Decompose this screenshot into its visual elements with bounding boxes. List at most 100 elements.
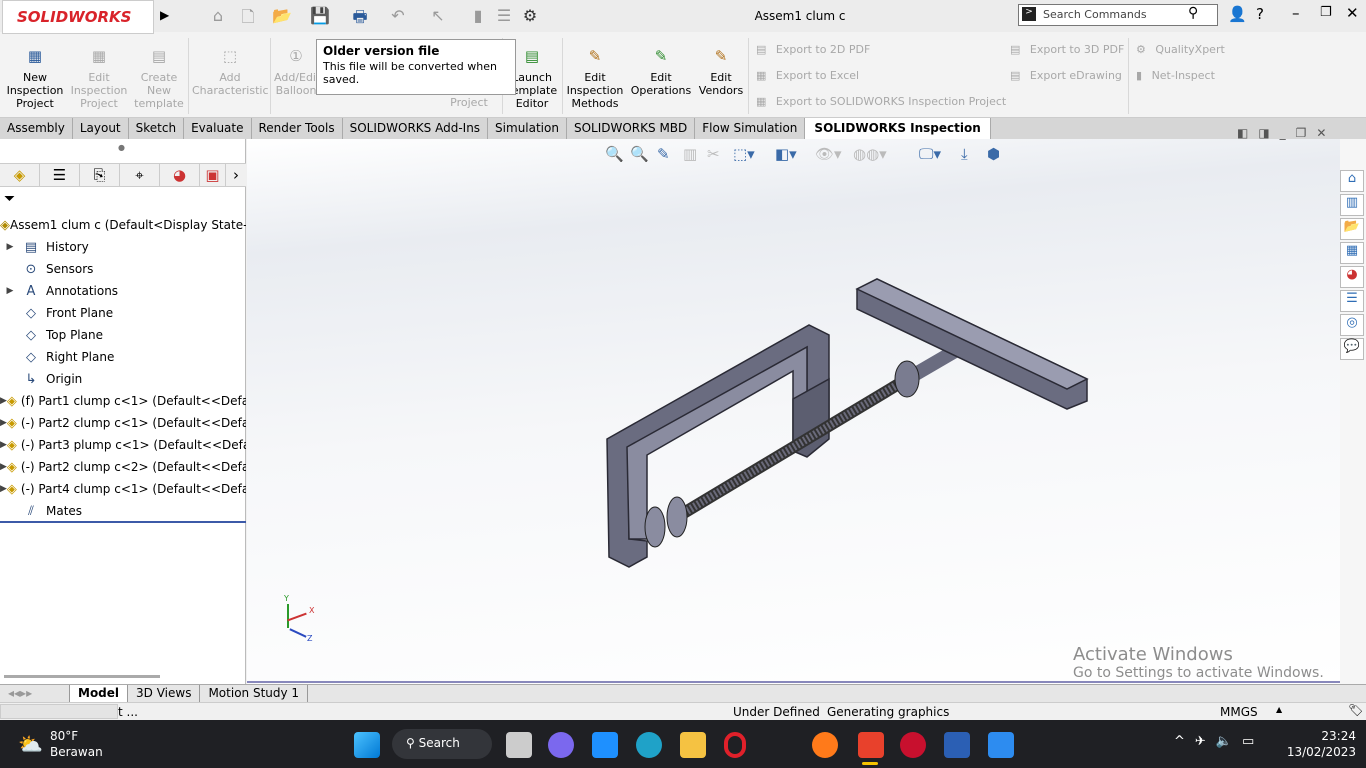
expand-menu-arrow-icon[interactable]: ▶	[160, 8, 169, 22]
print-icon[interactable]: 🖶	[350, 6, 370, 26]
weather-temp[interactable]: 80°F	[50, 729, 78, 743]
expand-arrow-icon[interactable]: ▶	[0, 462, 7, 472]
photos-icon[interactable]	[988, 732, 1014, 758]
teams-chat-icon[interactable]	[548, 732, 574, 758]
edit-operations-button[interactable]: ✎ Edit Operations	[630, 49, 692, 98]
home-tab-icon[interactable]: ⌂	[1340, 170, 1364, 192]
net-inspect-button[interactable]: ▮ Net-Inspect	[1136, 69, 1215, 82]
tab-scroll-arrows-icon[interactable]: ◂◂▸▸	[0, 685, 70, 702]
clock-time[interactable]: 23:24	[1310, 729, 1356, 743]
units-caret-icon[interactable]: ▲	[1276, 705, 1282, 714]
dimxpert-tab-icon[interactable]: ⌖	[120, 164, 160, 186]
rollback-bar[interactable]	[0, 521, 246, 523]
qualityxpert-button[interactable]: ⚙ QualityXpert	[1136, 43, 1225, 56]
export-3d-pdf-button[interactable]: ▤ Export to 3D PDF	[1010, 43, 1124, 56]
tab-mbd[interactable]: SOLIDWORKS MBD	[567, 118, 696, 139]
create-new-template-button[interactable]: ▤ Create New template	[132, 49, 186, 111]
expand-arrow-icon[interactable]: ▶	[0, 440, 7, 450]
expand-arrow-icon[interactable]: ▶	[0, 418, 7, 428]
export-2d-pdf-button[interactable]: ▤ Export to 2D PDF	[756, 43, 870, 56]
edit-vendors-button[interactable]: ✎ Edit Vendors	[698, 49, 744, 98]
add-edit-balloon-button[interactable]: ① Add/Edit Balloon	[274, 50, 318, 97]
save-icon[interactable]: 💾	[310, 6, 330, 26]
tab-sketch[interactable]: Sketch	[129, 118, 185, 139]
panel-splitter-handle[interactable]: ●	[118, 143, 125, 152]
rebuild-icon[interactable]: ▮	[468, 6, 488, 26]
viewport-window-controls[interactable]: ◧◨_❐✕	[1237, 126, 1337, 140]
options-gear-icon[interactable]: ⚙	[520, 6, 540, 26]
export-inspection-project-button[interactable]: ▦ Export to SOLIDWORKS Inspection Projec…	[756, 95, 1006, 108]
task-view-icon[interactable]	[506, 732, 532, 758]
minimize-icon[interactable]: –	[1292, 4, 1300, 22]
tab-render-tools[interactable]: Render Tools	[252, 118, 343, 139]
edit-inspection-methods-button[interactable]: ✎ Edit Inspection Methods	[566, 49, 624, 111]
restore-icon[interactable]: ❐	[1320, 5, 1332, 20]
custom-properties-icon[interactable]: ☰	[1340, 290, 1364, 312]
tree-item[interactable]: ▶ ◈ (-) Part3 plump c<1> (Default<<Defa	[0, 434, 246, 456]
cam-tab-icon[interactable]: ▣	[200, 164, 226, 186]
feature-manager-tab-icon[interactable]: ◈	[0, 164, 40, 186]
design-library-icon[interactable]: ▥	[1340, 194, 1364, 216]
weather-desc[interactable]: Berawan	[50, 745, 103, 759]
screen-recorder-icon[interactable]	[858, 732, 884, 758]
firefox-icon[interactable]	[812, 732, 838, 758]
new-file-icon[interactable]: 🗋	[238, 6, 258, 26]
tab-flow-simulation[interactable]: Flow Simulation	[695, 118, 806, 139]
tab-layout[interactable]: Layout	[73, 118, 129, 139]
configuration-manager-tab-icon[interactable]: ⎘	[80, 164, 120, 186]
tab-addins[interactable]: SOLIDWORKS Add-Ins	[343, 118, 489, 139]
mail-icon[interactable]	[592, 732, 618, 758]
filter-icon[interactable]: ⏷	[4, 191, 15, 207]
horizontal-scrollbar[interactable]	[4, 675, 160, 678]
tab-model[interactable]: Model	[70, 685, 129, 702]
expand-arrow-icon[interactable]: ▶	[0, 484, 7, 494]
new-inspection-project-button[interactable]: ▦ New Inspection Project	[6, 49, 64, 111]
solidworks-logo[interactable]: SOLIDWORKS	[2, 0, 154, 34]
expand-arrow-icon[interactable]: ▶	[0, 396, 7, 406]
unit-system-selector[interactable]: MMGS	[1220, 705, 1258, 719]
word-icon[interactable]	[944, 732, 970, 758]
tree-item[interactable]: ▶ ◈ (f) Part1 clump c<1> (Default<<Defa	[0, 390, 246, 412]
tree-item[interactable]: ▶ ◈ (-) Part2 clump c<1> (Default<<Defa	[0, 412, 246, 434]
tree-item[interactable]: ◇ Top Plane	[0, 324, 246, 346]
tree-item[interactable]: ◇ Front Plane	[0, 302, 246, 324]
view-palette-icon[interactable]: ▦	[1340, 242, 1364, 264]
tab-evaluate[interactable]: Evaluate	[184, 118, 252, 139]
edit-inspection-project-button[interactable]: ▦ Edit Inspection Project	[70, 49, 128, 111]
tree-item[interactable]: ▶ ▤ History	[0, 236, 246, 258]
expand-arrow-icon[interactable]: ▶	[0, 242, 20, 252]
file-explorer-icon[interactable]: 📂	[1340, 218, 1364, 240]
edge-icon[interactable]	[636, 732, 662, 758]
tabs-scroll-right-icon[interactable]: ›	[226, 164, 246, 186]
undo-icon[interactable]: ↶	[388, 6, 408, 26]
system-tray-icons[interactable]: ^✈🔈▭	[1174, 734, 1264, 749]
open-folder-icon[interactable]: 📂	[272, 6, 292, 26]
file-explorer-icon[interactable]	[680, 732, 706, 758]
clock-date[interactable]: 13/02/2023	[1280, 745, 1356, 759]
tree-item[interactable]: ◇ Right Plane	[0, 346, 246, 368]
display-manager-tab-icon[interactable]: ◕	[160, 164, 200, 186]
close-icon[interactable]: ✕	[1346, 4, 1359, 22]
search-icon[interactable]: ⚲	[1188, 5, 1198, 21]
tab-3d-views[interactable]: 3D Views	[128, 685, 201, 702]
tree-item[interactable]: ▶ A Annotations	[0, 280, 246, 302]
select-pointer-icon[interactable]: ↖	[428, 6, 448, 26]
opera-icon[interactable]	[724, 732, 746, 758]
forum-icon[interactable]: 💬	[1340, 338, 1364, 360]
weather-icon[interactable]: ⛅	[18, 732, 43, 756]
property-manager-tab-icon[interactable]: ☰	[40, 164, 80, 186]
home-icon[interactable]: ⌂	[208, 6, 228, 26]
user-icon[interactable]: 👤	[1228, 5, 1247, 23]
help-icon[interactable]: ?	[1256, 5, 1264, 23]
export-excel-button[interactable]: ▦ Export to Excel	[756, 69, 859, 82]
tag-icon[interactable]: 🏷	[1348, 703, 1363, 717]
expand-arrow-icon[interactable]: ▶	[0, 286, 20, 296]
tab-assembly[interactable]: Assembly	[0, 118, 73, 139]
tree-item[interactable]: ↳ Origin	[0, 368, 246, 390]
tab-inspection[interactable]: SOLIDWORKS Inspection	[805, 118, 991, 139]
tab-simulation[interactable]: Simulation	[488, 118, 567, 139]
tree-item[interactable]: ▶ ◈ (-) Part4 clump c<1> (Default<<Defa	[0, 478, 246, 500]
taskbar-search[interactable]: ⚲ Search	[392, 729, 492, 759]
solidworks-resources-icon[interactable]: ◎	[1340, 314, 1364, 336]
tree-item[interactable]: ⫽ Mates	[0, 500, 246, 522]
